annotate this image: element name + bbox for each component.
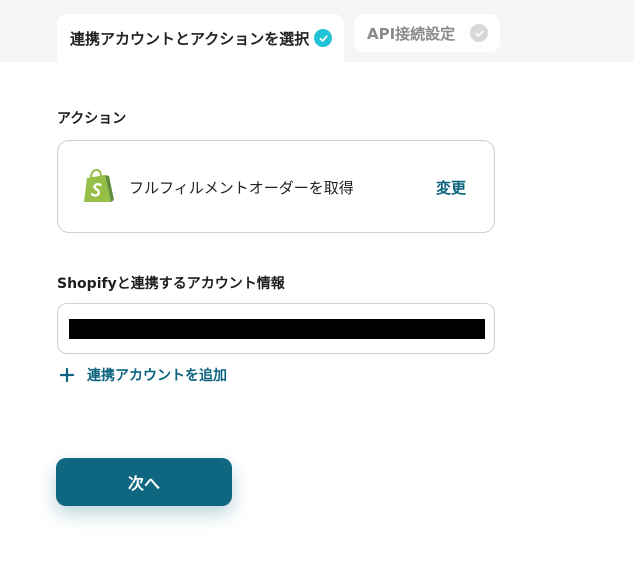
next-button[interactable]: 次へ: [56, 458, 232, 506]
action-card: フルフィルメントオーダーを取得 変更: [57, 140, 495, 233]
shopify-icon: [84, 169, 114, 202]
add-account-label: 連携アカウントを追加: [87, 368, 227, 384]
check-circle-icon: [470, 24, 488, 42]
account-heading: Shopifyと連携するアカウント情報: [57, 276, 285, 292]
tab-label: API接続設定: [367, 24, 456, 43]
redacted-account-value: [69, 319, 485, 339]
tab-api-settings[interactable]: API接続設定: [354, 14, 500, 52]
tab-select-account-action[interactable]: 連携アカウントとアクションを選択: [57, 14, 344, 62]
check-circle-icon: [314, 29, 332, 47]
plus-icon: [59, 367, 75, 383]
change-action-link[interactable]: 変更: [436, 177, 466, 198]
account-select-field[interactable]: [57, 303, 495, 354]
tab-label: 連携アカウントとアクションを選択: [70, 29, 310, 48]
action-heading: アクション: [57, 111, 127, 127]
add-account-link[interactable]: 連携アカウントを追加: [59, 365, 227, 385]
action-name: フルフィルメントオーダーを取得: [129, 179, 354, 197]
